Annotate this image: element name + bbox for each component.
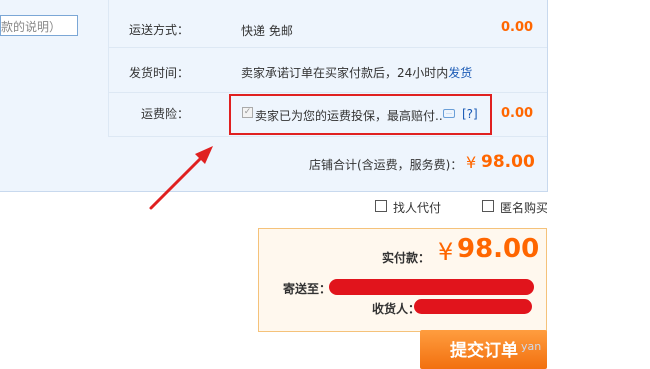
proxy-pay-checkbox[interactable] (375, 200, 387, 212)
row-divider (108, 136, 547, 137)
paid-value: 98.00 (457, 234, 540, 264)
insurance-checkbox[interactable]: ✓ (242, 107, 253, 118)
shipping-price: 0.00 (501, 20, 534, 35)
message-icon[interactable]: … (443, 109, 455, 118)
buyer-note-input[interactable]: 款的说明） (0, 15, 78, 36)
shop-total-value: 98.00 (481, 152, 535, 172)
watermark: yan (521, 340, 542, 353)
anonymous-label: 匿名购买 (500, 201, 547, 215)
row-divider (108, 92, 547, 93)
shipping-method-label: 运送方式： (129, 23, 190, 37)
proxy-pay-label: 找人代付 (393, 201, 442, 215)
annotation-arrow-icon (149, 146, 213, 210)
shipping-method-value: 快递 免邮 (241, 24, 293, 38)
delivery-time-label: 发货时间： (129, 66, 190, 80)
shop-total-label: 店铺合计(含运费，服务费)： (309, 158, 463, 172)
receiver-label: 收货人： (372, 302, 421, 316)
delivery-link[interactable]: 发货 (448, 66, 472, 80)
insurance-help-link[interactable]: [?] (462, 107, 478, 121)
redacted-receiver (414, 299, 532, 314)
redacted-address (329, 279, 534, 295)
shipping-insurance-label: 运费险： (141, 107, 190, 121)
column-divider (108, 0, 109, 136)
insurance-price: 0.00 (501, 106, 534, 121)
delivery-time-value: 卖家承诺订单在买家付款后，24小时内 (241, 66, 449, 80)
ship-to-label: 寄送至： (283, 282, 332, 296)
row-divider (108, 47, 547, 48)
paid-currency: ¥ (438, 238, 454, 266)
insurance-text: 卖家已为您的运费投保，最高赔付.. (255, 109, 443, 123)
paid-label: 实付款： (382, 251, 431, 265)
shop-total-currency: ¥ (466, 153, 477, 172)
delivery-time-text: 卖家承诺订单在买家付款后，24小时内发货 (241, 64, 472, 81)
anonymous-checkbox[interactable] (482, 200, 494, 212)
